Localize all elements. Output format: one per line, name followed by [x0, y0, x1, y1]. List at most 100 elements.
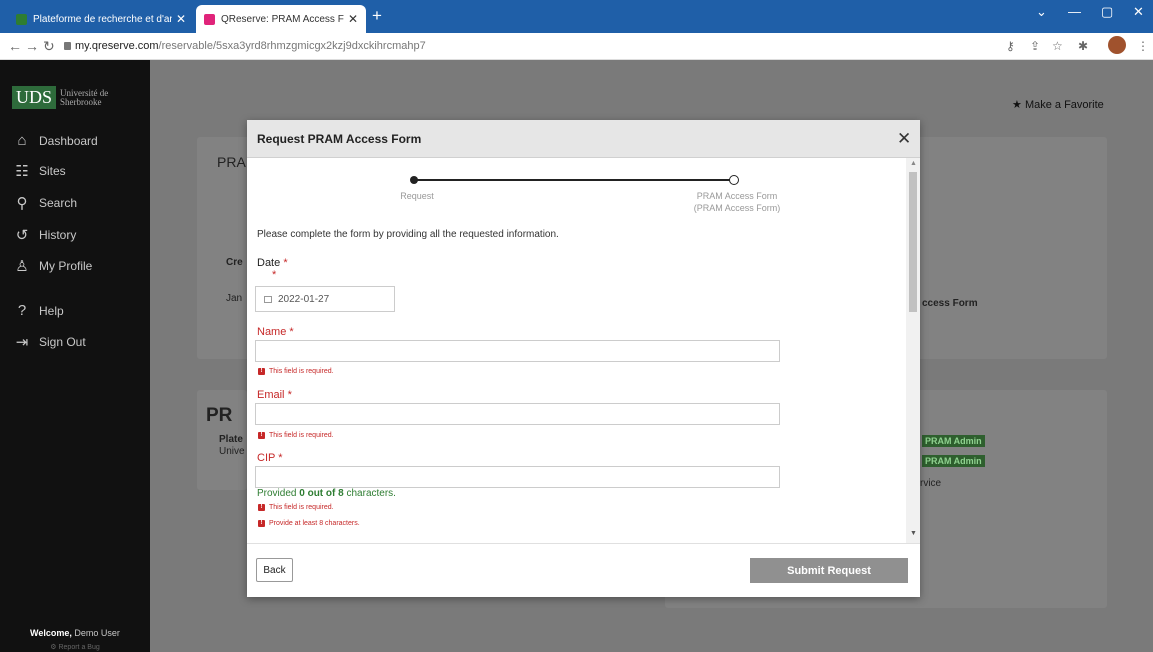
sidebar-item-sign-out[interactable]: ⇥ Sign Out	[13, 333, 86, 351]
close-icon[interactable]: ✕	[897, 129, 911, 149]
required-mark: *	[278, 452, 283, 464]
modal-body: Request PRAM Access Form (PRAM Access For…	[247, 158, 920, 543]
date-value: 2022-01-27	[278, 293, 330, 305]
url-field[interactable]: my.qreserve.com/reservable/5sxa3yrd8rhmz…	[75, 40, 426, 52]
bg-service: rvice	[920, 478, 942, 489]
close-tab-icon[interactable]: ✕	[348, 12, 358, 26]
tab-title: Plateforme de recherche et d'ana	[33, 13, 172, 25]
key-icon[interactable]: ⚷	[1006, 39, 1015, 53]
welcome-user: Demo User	[74, 628, 120, 638]
url-host: my.qreserve.com	[75, 40, 159, 52]
submit-request-button[interactable]: Submit Request	[750, 558, 908, 583]
email-field[interactable]	[255, 403, 780, 425]
bg-access-form: ccess Form	[922, 298, 978, 309]
logo-text: Université de Sherbrooke	[60, 88, 108, 107]
browser-tab-plateforme[interactable]: Plateforme de recherche et d'ana ✕	[8, 5, 194, 33]
sidebar-item-search[interactable]: ⚲ Search	[13, 194, 78, 212]
sidebar-item-sites[interactable]: ☷ Sites	[13, 162, 65, 180]
scroll-up-icon[interactable]: ▲	[910, 160, 917, 167]
pram-admin-badge: PRAM Admin	[922, 455, 985, 467]
provided-suffix: characters.	[346, 488, 396, 499]
stepper-line	[414, 179, 732, 181]
sidebar-item-my-profile[interactable]: ♙ My Profile	[13, 257, 92, 275]
welcome-prefix: Welcome,	[30, 628, 72, 638]
cip-label-text: CIP	[257, 452, 276, 464]
menu-kebab-icon[interactable]: ⋮	[1137, 39, 1149, 53]
bg-col-cre: Cre	[226, 257, 243, 268]
report-bug-label: Report a Bug	[58, 644, 100, 651]
extensions-icon[interactable]: ✱	[1078, 39, 1088, 53]
sidebar-item-label: Sign Out	[39, 335, 86, 349]
back-arrow-icon[interactable]: ←	[8, 38, 22, 54]
reload-icon[interactable]: ↻	[43, 38, 55, 55]
provided-count: 0 out of 8	[299, 488, 344, 499]
close-tab-icon[interactable]: ✕	[176, 12, 186, 26]
date-label: Date *	[257, 257, 288, 269]
history-icon: ↺	[15, 227, 29, 244]
error-icon: !	[258, 520, 265, 527]
back-button[interactable]: Back	[256, 558, 293, 582]
bug-icon: ⚙	[50, 644, 57, 651]
sidebar: UDS Université de Sherbrooke ⌂ Dashboard ☷…	[0, 60, 150, 652]
browser-tab-bar: Plateforme de recherche et d'ana ✕ QRese…	[0, 0, 1153, 33]
sidebar-item-dashboard[interactable]: ⌂ Dashboard	[13, 132, 97, 149]
star-icon[interactable]: ☆	[1052, 39, 1063, 53]
welcome-text: Welcome, Demo User	[0, 628, 150, 638]
name-label: Name *	[257, 326, 294, 338]
report-bug-link[interactable]: ⚙ Report a Bug	[0, 643, 150, 651]
sidebar-item-label: My Profile	[39, 259, 93, 273]
cip-error-required: ! This field is required.	[258, 504, 334, 511]
forward-arrow-icon[interactable]: →	[25, 38, 39, 54]
modal-scrollbar[interactable]: ▲ ▼	[906, 158, 920, 543]
step-done-dot	[410, 176, 418, 184]
browser-tab-qreserve[interactable]: QReserve: PRAM Access Form at ✕	[196, 5, 366, 33]
name-error: ! This field is required.	[258, 368, 334, 375]
close-window-icon[interactable]: ✕	[1133, 4, 1144, 20]
help-icon: ?	[17, 302, 27, 319]
make-favorite-button[interactable]: ★ Make a Favorite	[1012, 98, 1104, 111]
email-label-text: Email	[257, 389, 285, 401]
bg-unive: Unive	[219, 446, 245, 457]
logo-abbr: UDS	[12, 86, 57, 109]
uds-logo[interactable]: UDS Université de Sherbrooke	[12, 86, 108, 109]
name-error-text: This field is required.	[269, 368, 334, 375]
step-pram-title: PRAM Access Form	[696, 191, 778, 201]
new-tab-button[interactable]: +	[372, 6, 382, 26]
error-icon: !	[258, 432, 265, 439]
cip-input[interactable]	[255, 466, 780, 488]
scrollbar-thumb[interactable]	[909, 172, 917, 312]
step-pram-sub: (PRAM Access Form)	[693, 203, 781, 213]
date-field[interactable]: 2022-01-27	[255, 286, 395, 312]
search-icon: ⚲	[16, 195, 28, 212]
bg-plate: Plate	[219, 434, 243, 445]
lock-icon	[64, 42, 71, 50]
email-error: ! This field is required.	[258, 432, 334, 439]
star-filled-icon: ★	[1012, 99, 1022, 111]
user-icon: ♙	[15, 258, 29, 275]
sign-out-icon: ⇥	[15, 334, 29, 351]
name-input[interactable]	[255, 340, 780, 362]
profile-avatar[interactable]	[1108, 36, 1126, 54]
step-pram-label: PRAM Access Form (PRAM Access Form)	[667, 190, 807, 214]
scroll-down-icon[interactable]: ▼	[910, 530, 917, 537]
error-icon: !	[258, 368, 265, 375]
step-pending-dot	[729, 175, 739, 185]
sidebar-item-help[interactable]: ? Help	[13, 302, 64, 319]
sidebar-item-label: History	[39, 228, 77, 242]
modal-header: Request PRAM Access Form ✕	[247, 120, 920, 158]
minimize-icon[interactable]: —	[1068, 4, 1081, 19]
email-label: Email *	[257, 389, 292, 401]
cip-error-text: Provide at least 8 characters.	[269, 520, 360, 527]
tab-title: QReserve: PRAM Access Form at	[221, 13, 344, 25]
pram-admin-badge: PRAM Admin	[922, 435, 985, 447]
provided-prefix: Provided	[257, 488, 297, 499]
maximize-icon[interactable]: ▢	[1101, 4, 1113, 20]
home-icon: ⌂	[17, 132, 27, 149]
sidebar-item-history[interactable]: ↺ History	[13, 226, 77, 244]
address-bar: ← → ↻ my.qreserve.com/reservable/5sxa3yr…	[0, 33, 1153, 60]
sidebar-item-label: Search	[39, 196, 78, 210]
required-mark: *	[287, 389, 292, 401]
share-icon[interactable]: ⇪	[1030, 39, 1040, 53]
bg-card2-title: PR	[206, 405, 233, 426]
chevron-down-icon[interactable]: ⌄	[1036, 4, 1047, 20]
